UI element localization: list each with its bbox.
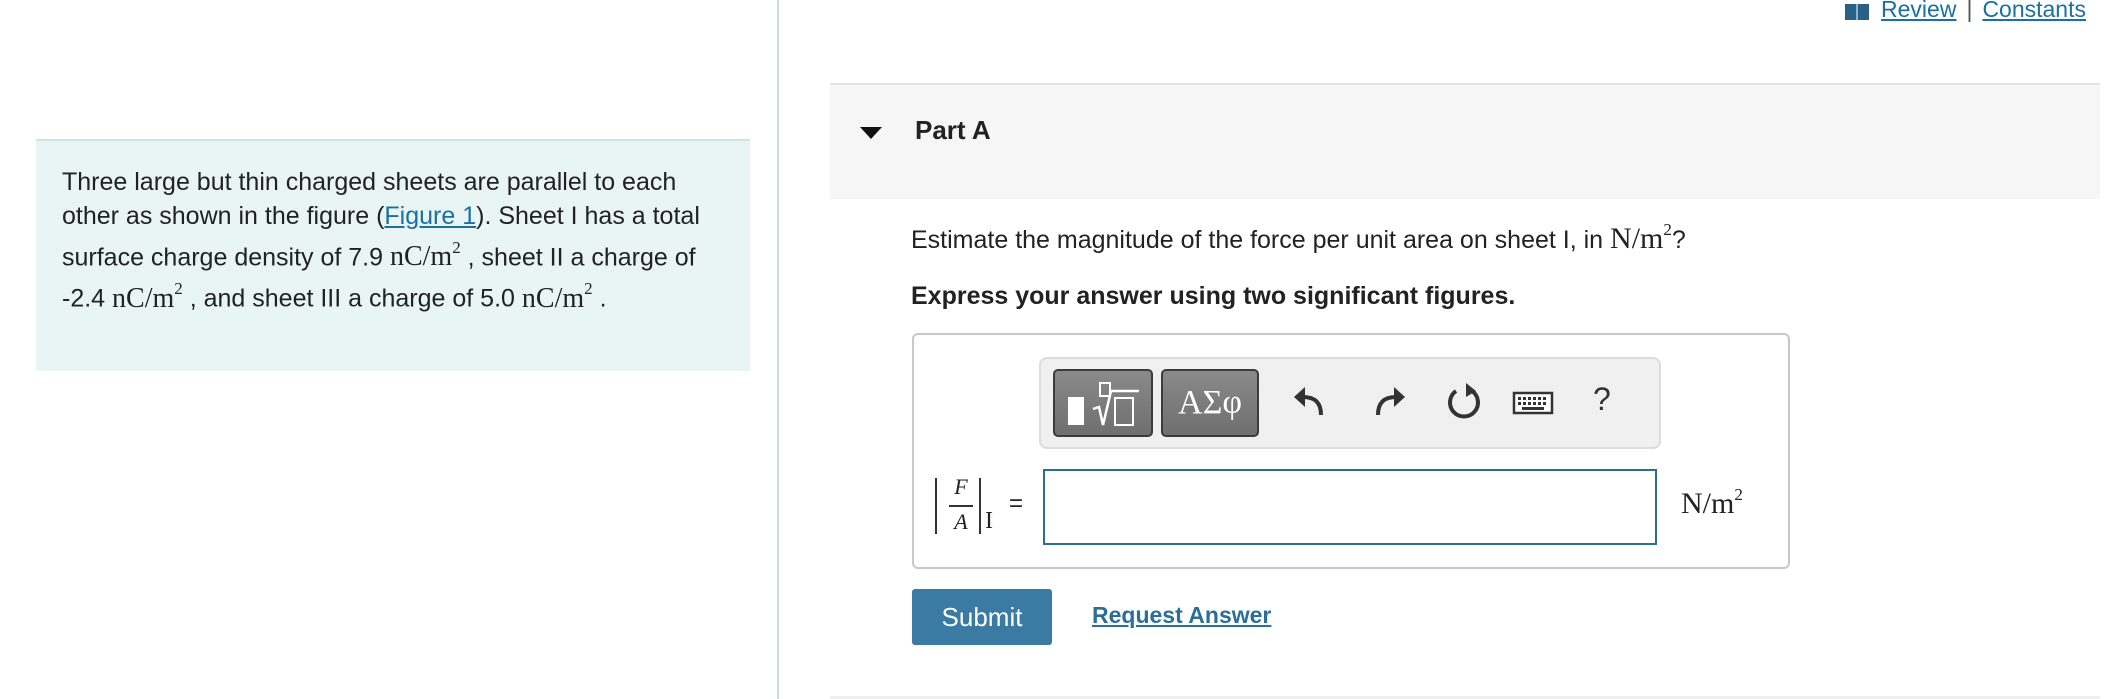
question-text: Estimate the magnitude of the force per … [911,220,1686,255]
column-divider [777,0,779,699]
abs-bar-left [935,478,937,534]
lhs-subscript: I [985,508,993,534]
book-icon [1845,3,1870,20]
fraction-bar [949,505,973,507]
math-toolbar: ΑΣφ ? [1039,357,1661,449]
abs-bar-right [979,478,981,534]
redo-icon[interactable] [1368,377,1408,427]
answer-input[interactable] [1043,469,1657,545]
unit-sheet-1: nC/m2 [389,238,461,273]
figure-link[interactable]: Figure 1 [384,202,476,230]
keyboard-icon[interactable] [1511,377,1555,427]
review-link[interactable]: Review [1881,0,1956,23]
answer-label: F A I = [935,474,1035,544]
request-answer-link[interactable]: Request Answer [1092,602,1271,629]
unit-sheet-3: nC/m2 [521,279,593,314]
constants-link[interactable]: Constants [1982,0,2086,23]
part-header[interactable]: Part A [830,83,2100,199]
part-title: Part A [915,115,991,145]
templates-icon [1068,382,1139,426]
templates-button[interactable] [1053,369,1153,437]
fraction-numerator: F [954,474,968,499]
top-links: Review | Constants [1845,0,2086,23]
problem-text-5: . [592,284,607,313]
undo-icon[interactable] [1291,377,1331,427]
equals-sign: = [1009,490,1024,517]
reset-icon[interactable] [1444,377,1484,427]
question-unit: N/m2 [1610,220,1672,255]
answer-instruction: Express your answer using two significan… [911,282,1516,310]
problem-statement: Three large but thin charged sheets are … [36,139,750,371]
link-separator: | [1966,0,1973,22]
caret-down-icon[interactable] [860,127,882,139]
symbols-button[interactable]: ΑΣφ [1161,369,1259,437]
answer-unit: N/m2 [1681,485,1743,520]
problem-text-4: , and sheet III a charge of 5.0 [182,284,522,313]
unit-sheet-2: nC/m2 [112,279,183,314]
help-button[interactable]: ? [1593,381,1611,418]
submit-button[interactable]: Submit [912,589,1052,645]
page: Review | Constants Three large but thin … [0,0,2118,699]
fraction-denominator: A [954,509,968,534]
